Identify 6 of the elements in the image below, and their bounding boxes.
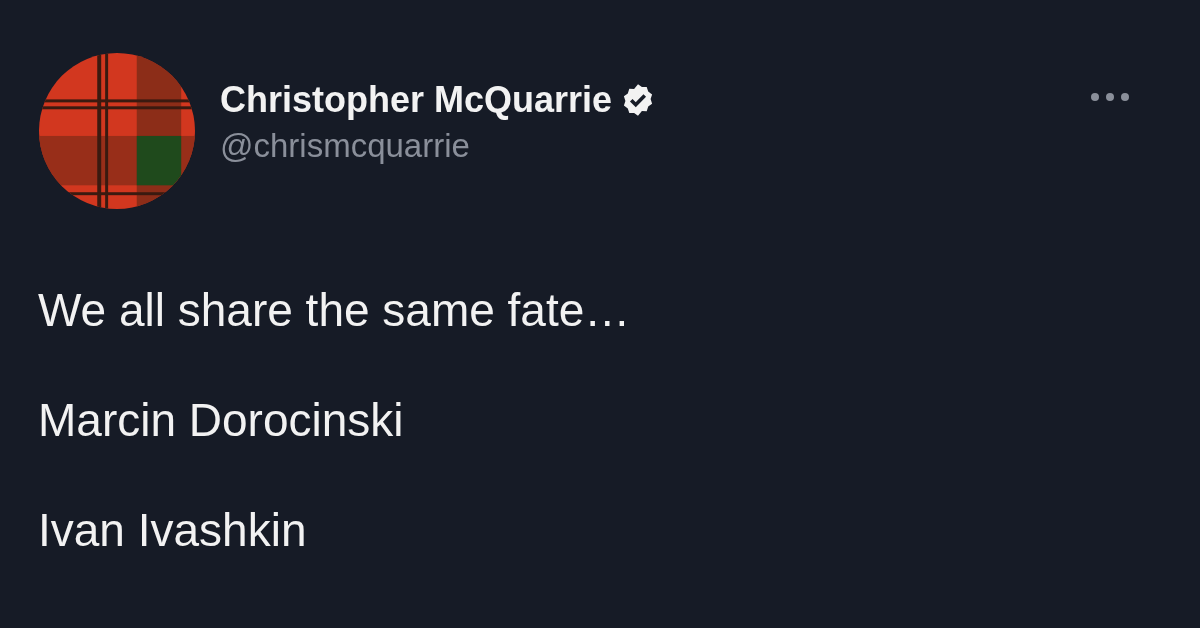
tweet-text-line: Ivan Ivashkin	[38, 504, 307, 557]
tweet-text-line: We all share the same fate…	[38, 284, 631, 337]
author-name[interactable]: Christopher McQuarrie	[220, 78, 613, 122]
author-handle[interactable]: @chrismcquarrie	[220, 126, 470, 166]
tweet-text-line: Marcin Dorocinski	[38, 394, 404, 447]
more-options-icon[interactable]	[1090, 92, 1130, 102]
